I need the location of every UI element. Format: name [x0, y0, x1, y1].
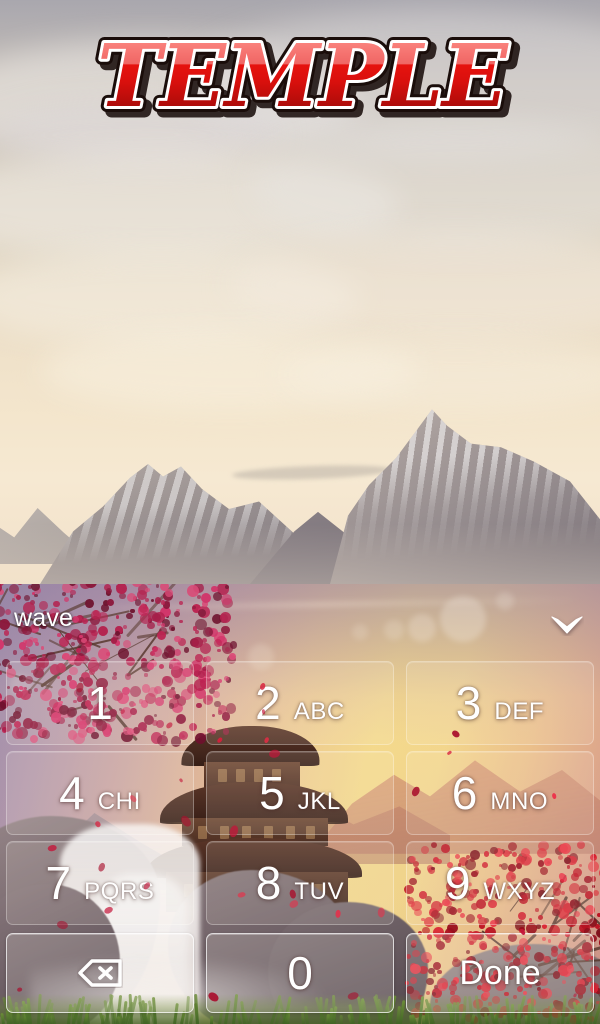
falling-petal — [334, 909, 341, 918]
key-5[interactable]: 5 JKL — [206, 751, 394, 835]
keypad-keys: 1 2 ABC 3 DEF 4 CHI 5 JKL 6 MNO 7 PQRS 8… — [0, 654, 600, 1024]
key-3-letters: DEF — [494, 698, 545, 725]
keypad-panel: wave 1 2 ABC 3 DEF 4 CHI 5 JKL 6 MNO 7 P… — [0, 584, 600, 1024]
key-1-digit: 1 — [87, 677, 113, 729]
key-6-digit: 6 — [451, 767, 478, 819]
key-5-letters: JKL — [297, 788, 341, 815]
key-2[interactable]: 2 ABC — [206, 661, 394, 745]
keypad-row-4: 0 Done — [0, 930, 600, 1016]
keypad-header: wave — [0, 584, 600, 658]
wallpaper-upper-mountain-sunset — [0, 0, 600, 584]
backspace-key[interactable] — [6, 933, 194, 1013]
key-4-digit: 4 — [59, 767, 85, 819]
key-6-letters: MNO — [490, 788, 549, 815]
keypad-row-1: 1 2 ABC 3 DEF — [0, 658, 600, 748]
key-7[interactable]: 7 PQRS — [6, 841, 194, 925]
keypad-theme-label: wave — [14, 604, 74, 632]
key-3[interactable]: 3 DEF — [406, 661, 594, 745]
key-8-letters: TUV — [294, 878, 345, 905]
key-9-digit: 9 — [444, 857, 471, 909]
key-2-letters: ABC — [293, 698, 345, 725]
key-0-digit: 0 — [287, 947, 313, 999]
key-8-digit: 8 — [255, 857, 282, 909]
key-3-digit: 3 — [455, 677, 482, 729]
done-button-label: Done — [459, 954, 541, 992]
backspace-icon — [78, 959, 122, 987]
chevron-down-icon — [551, 616, 583, 634]
key-6[interactable]: 6 MNO — [406, 751, 594, 835]
key-1[interactable]: 1 — [6, 661, 194, 745]
keypad-row-3: 7 PQRS 8 TUV 9 WXYZ — [0, 838, 600, 928]
key-0[interactable]: 0 — [206, 933, 394, 1013]
key-9[interactable]: 9 WXYZ — [406, 841, 594, 925]
lock-screen: TEMPLE TEMPLE TEMPLE TEMPLE TEMPLE — [0, 0, 600, 1024]
keypad-row-2: 4 CHI 5 JKL 6 MNO — [0, 748, 600, 838]
key-9-letters: WXYZ — [483, 878, 556, 905]
done-button[interactable]: Done — [406, 933, 594, 1013]
collapse-keypad-button[interactable] — [544, 608, 590, 642]
key-8[interactable]: 8 TUV — [206, 841, 394, 925]
atmospheric-haze — [0, 524, 600, 584]
falling-petal — [261, 708, 265, 714]
key-7-digit: 7 — [45, 857, 72, 909]
key-5-digit: 5 — [259, 767, 285, 819]
